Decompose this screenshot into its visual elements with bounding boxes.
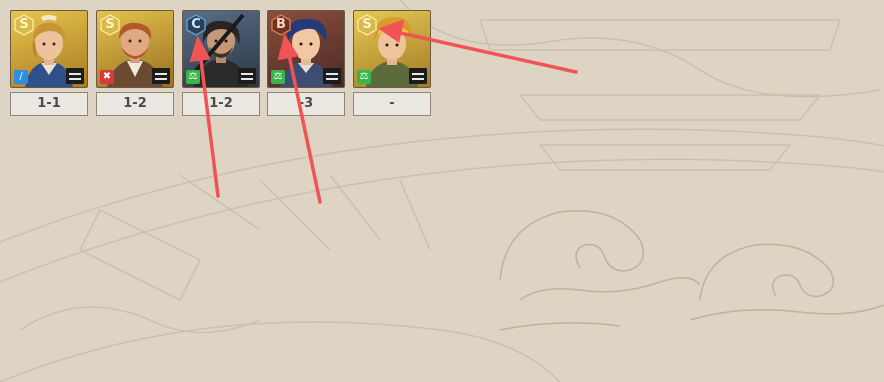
hero-portrait[interactable]: S ∕: [10, 10, 88, 88]
hero-card-1[interactable]: S ∕ 1-1: [10, 10, 88, 116]
hero-portrait[interactable]: S ⚖: [353, 10, 431, 88]
scales-icon: ⚖: [357, 70, 371, 84]
rarity-badge: S: [357, 14, 377, 36]
equipment-icon: [152, 68, 170, 84]
hero-stage-label: -: [353, 92, 431, 116]
scales-icon: ⚖: [186, 70, 200, 84]
hero-stage-label: 1-2: [96, 92, 174, 116]
equipment-icon: [238, 68, 256, 84]
hero-card-5[interactable]: S ⚖ -: [353, 10, 431, 116]
hero-portrait[interactable]: C ⚖: [182, 10, 260, 88]
hero-card-4[interactable]: B ⚖ -3: [267, 10, 345, 116]
hero-portrait[interactable]: B ⚖: [267, 10, 345, 88]
sword-icon: ∕: [14, 70, 28, 84]
equipment-icon: [66, 68, 84, 84]
hero-stage-label: -3: [267, 92, 345, 116]
hero-stage-label: 1-2: [182, 92, 260, 116]
hero-stage-label: 1-1: [10, 92, 88, 116]
hero-card-2[interactable]: S ✖ 1-2: [96, 10, 174, 116]
hero-portrait[interactable]: S ✖: [96, 10, 174, 88]
crossed-swords-icon: ✖: [100, 70, 114, 84]
rarity-badge: S: [14, 14, 34, 36]
rarity-badge: S: [100, 14, 120, 36]
equipment-icon: [323, 68, 341, 84]
rarity-badge: B: [271, 14, 291, 36]
rarity-badge: C: [186, 14, 206, 36]
scales-icon: ⚖: [271, 70, 285, 84]
hero-card-3[interactable]: C ⚖ 1-2: [182, 10, 260, 116]
equipment-icon: [409, 68, 427, 84]
